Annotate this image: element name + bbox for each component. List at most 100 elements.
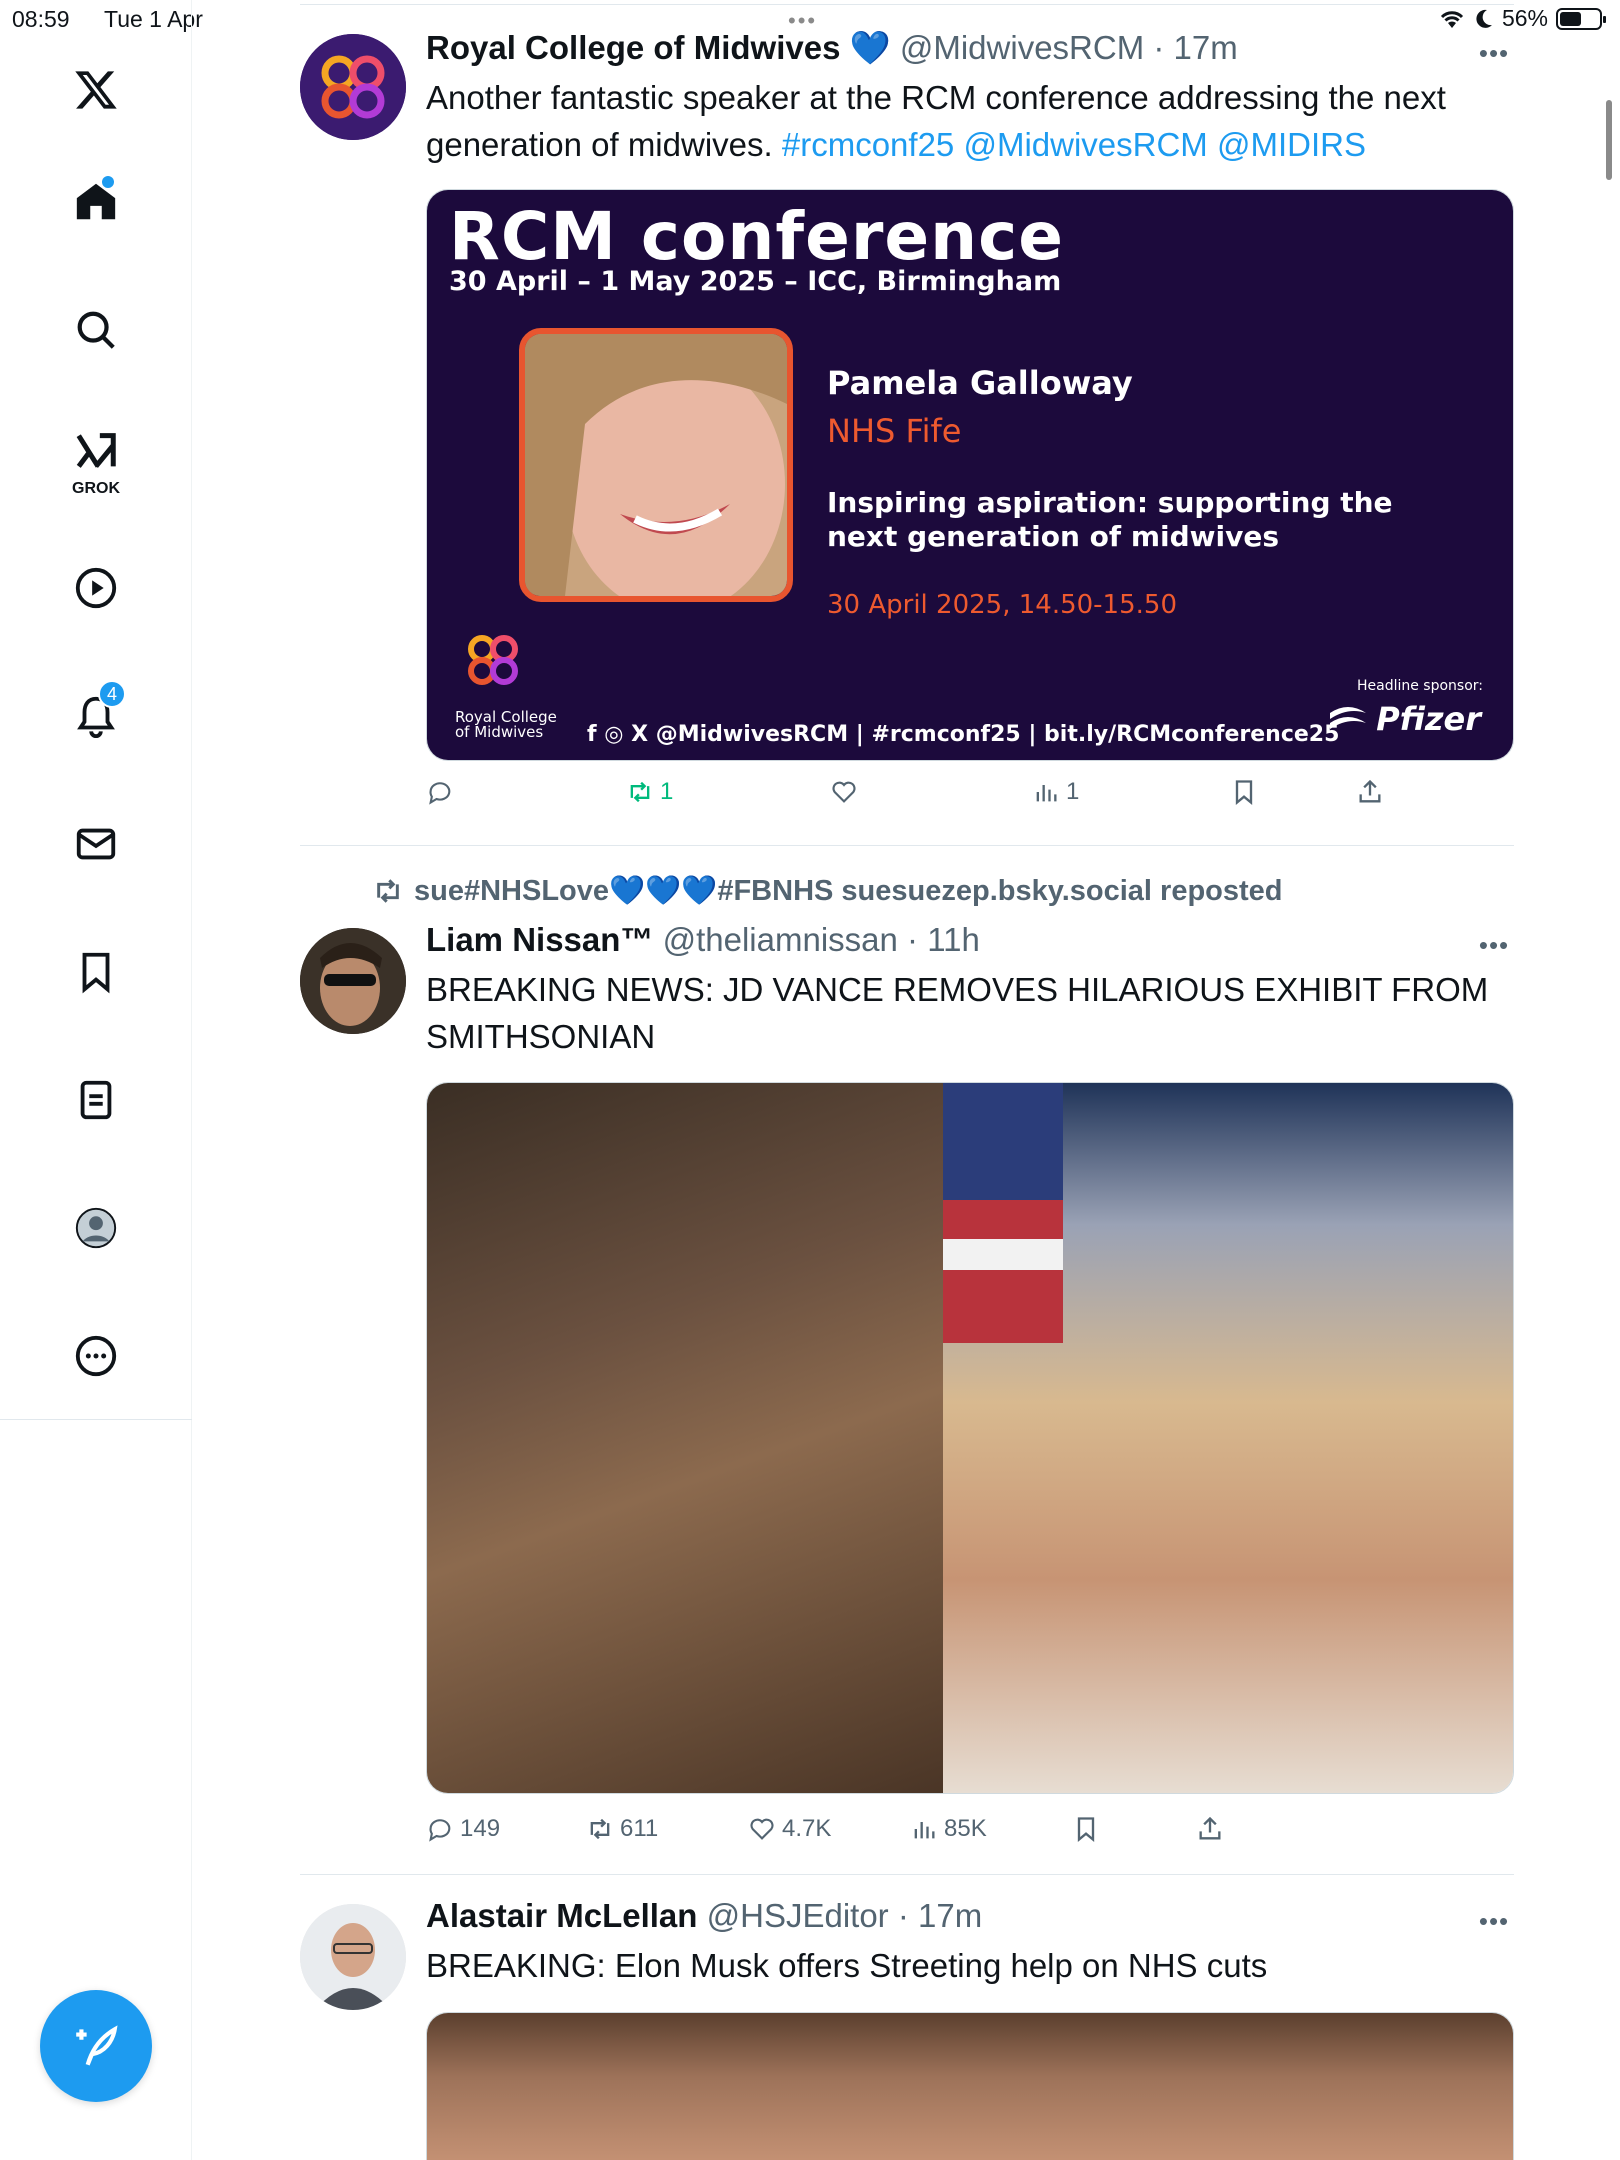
mention-link[interactable]: @MIDIRS (1217, 126, 1366, 163)
bookmark-button[interactable] (1072, 1815, 1100, 1843)
battery-icon (1556, 7, 1606, 30)
speaker-org: NHS Fife (827, 412, 962, 450)
like-button[interactable] (830, 778, 864, 806)
sidebar-divider (0, 1419, 192, 1420)
repost-button[interactable]: 1 (626, 778, 673, 806)
pfizer-logo-icon (1330, 707, 1367, 729)
views-chart-icon (1036, 785, 1057, 802)
home-unread-dot (102, 176, 114, 188)
post-image[interactable] (426, 1082, 1514, 1794)
post-time[interactable]: · 17m (1153, 29, 1237, 66)
speaker-photo (519, 328, 793, 602)
compose-feather-icon (76, 2025, 118, 2066)
post-divider (300, 1874, 1514, 1875)
avatar[interactable] (300, 1904, 406, 2010)
like-count: 4.7K (782, 1815, 832, 1842)
post-divider (300, 845, 1514, 846)
views-button[interactable]: 1 (1032, 778, 1079, 806)
post-time[interactable]: · 17m (898, 1897, 982, 1934)
grok-icon (76, 433, 116, 468)
share-icon (1359, 779, 1381, 803)
repost-button[interactable]: 611 (586, 1815, 658, 1843)
share-icon (1199, 1816, 1221, 1840)
nav-more[interactable] (66, 1326, 126, 1386)
more-options-icon[interactable]: ••• (1474, 38, 1514, 68)
nav-profile[interactable] (66, 1198, 126, 1258)
repost-icon (377, 879, 399, 903)
x-logo-icon[interactable] (66, 60, 126, 120)
reply-icon (429, 1819, 451, 1842)
nav-lists[interactable] (66, 1070, 126, 1130)
share-button[interactable] (1356, 778, 1384, 806)
views-button[interactable]: 85K (910, 1815, 987, 1843)
compose-post-button[interactable] (40, 1990, 152, 2102)
repost-count: 611 (620, 1815, 659, 1842)
rcm-logo-text: Royal College of Midwives (455, 708, 557, 741)
post-image[interactable]: RCM conference 30 April – 1 May 2025 – I… (426, 189, 1514, 761)
nav-messages[interactable] (66, 814, 126, 874)
author-handle[interactable]: @MidwivesRCM (900, 29, 1144, 66)
author-name[interactable]: Royal College of Midwives 💙 (426, 29, 891, 66)
post-content: Royal College of Midwives 💙 @MidwivesRCM… (426, 28, 1514, 168)
mention-link[interactable]: @MidwivesRCM (963, 126, 1207, 163)
notifications-badge: 4 (98, 680, 126, 708)
views-count: 85K (944, 1815, 987, 1842)
repost-context[interactable]: sue#NHSLove💙💙💙#FBNHS suesuezep.bsky.soci… (372, 874, 1283, 908)
search-icon (77, 311, 115, 349)
post-time[interactable]: · 11h (907, 921, 980, 958)
nav-explore[interactable] (66, 300, 126, 360)
battery-level (1560, 11, 1581, 26)
post-header: Alastair McLellan @HSJEditor · 17m (426, 1896, 1514, 1936)
flag-background (943, 1083, 1063, 1343)
rcm-card-logo-icon (468, 635, 518, 685)
bookmark-button[interactable] (1230, 778, 1258, 806)
reply-button[interactable] (426, 778, 460, 806)
rcm-logo-icon (300, 34, 406, 140)
hashtag-link[interactable]: #rcmconf25 (782, 126, 954, 163)
post-header: Liam Nissan™ @theliamnissan · 11h (426, 920, 1514, 960)
avatar[interactable] (300, 928, 406, 1034)
repost-by-text: sue#NHSLove💙💙💙#FBNHS suesuezep.bsky.soci… (414, 875, 1283, 907)
nav-notifications[interactable]: 4 (66, 680, 126, 746)
sponsor-logo: Pfizer (1326, 700, 1481, 738)
heart-icon (750, 1818, 774, 1840)
profile-avatar-icon (75, 1207, 117, 1249)
play-icon (75, 567, 117, 609)
author-name[interactable]: Liam Nissan™ (426, 921, 653, 958)
author-handle[interactable]: @theliamnissan (663, 921, 898, 958)
nav-home[interactable] (66, 172, 126, 232)
author-handle[interactable]: @HSJEditor (707, 1897, 889, 1934)
views-chart-icon (914, 1822, 935, 1839)
nav-grok[interactable]: GROK (66, 420, 126, 497)
nav-bookmarks[interactable] (66, 942, 126, 1002)
avatar[interactable] (300, 34, 406, 140)
speaker-name: Pamela Galloway (827, 364, 1133, 402)
rcm-conference-card: RCM conference 30 April – 1 May 2025 – I… (427, 190, 1513, 760)
moon-icon (1476, 9, 1492, 28)
alastair-avatar-image (300, 1904, 406, 2010)
more-circle-icon (75, 1335, 117, 1377)
photo-partial (427, 2013, 1513, 2160)
like-button[interactable]: 4.7K (748, 1815, 831, 1843)
scrollbar[interactable] (1606, 100, 1612, 180)
reply-button[interactable]: 149 (426, 1815, 500, 1843)
post-text: Another fantastic speaker at the RCM con… (426, 74, 1514, 168)
repost-icon (630, 781, 650, 803)
repost-icon (590, 1818, 610, 1840)
talk-time: 30 April 2025, 14.50-15.50 (827, 590, 1177, 620)
speaker-portrait (525, 334, 787, 596)
share-button[interactable] (1196, 1815, 1224, 1843)
bookmark-icon (1235, 780, 1253, 805)
talk-title: Inspiring aspiration: supporting the nex… (827, 486, 1393, 553)
more-options-icon[interactable]: ••• (1474, 930, 1514, 960)
post-content: Liam Nissan™ @theliamnissan · 11h BREAKI… (426, 920, 1514, 1060)
sponsor-label: Headline sponsor: (1356, 678, 1483, 694)
post-divider (300, 4, 1514, 5)
post-image[interactable] (426, 2012, 1514, 2160)
nav-video[interactable] (66, 558, 126, 618)
more-options-icon[interactable]: ••• (1474, 1906, 1514, 1936)
bookmark-icon (1077, 1817, 1095, 1842)
author-name[interactable]: Alastair McLellan (426, 1897, 697, 1934)
post-actions: 149 611 4.7K 85K (426, 1815, 1426, 1855)
card-footer: f ◎ X @MidwivesRCM | #rcmconf25 | bit.ly… (587, 722, 1340, 747)
